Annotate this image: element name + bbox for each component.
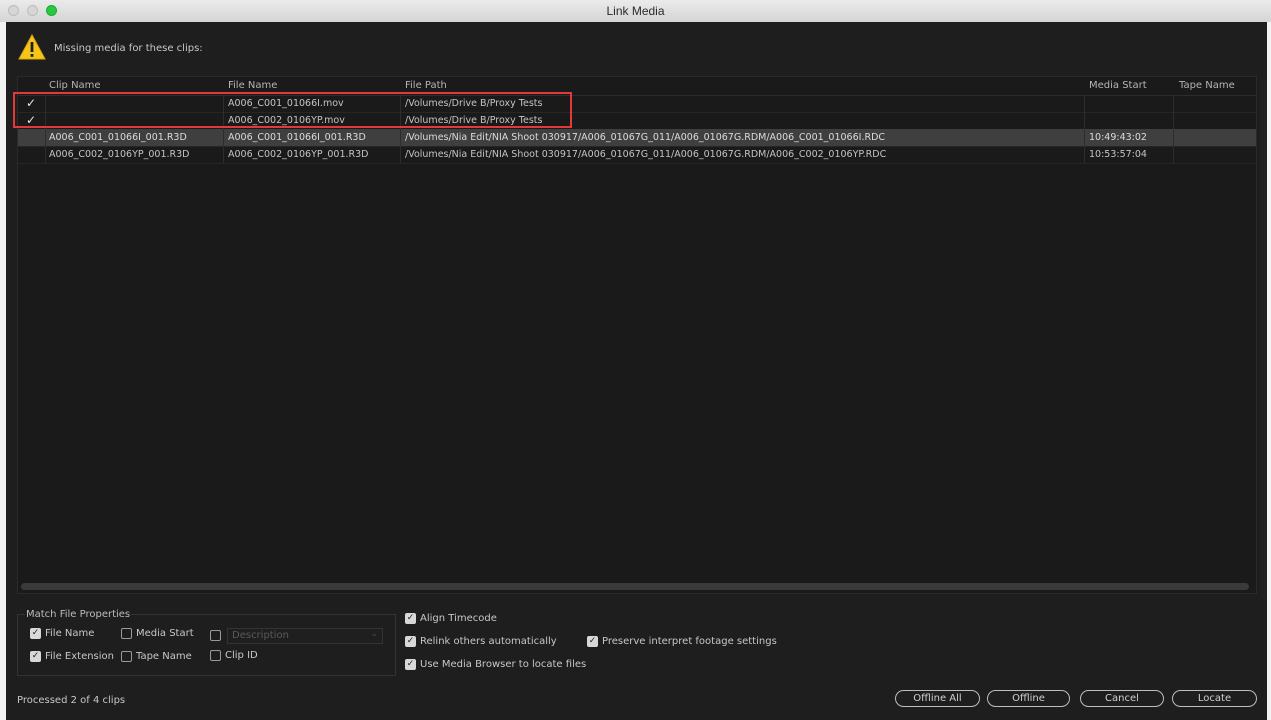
file-path-cell: /Volumes/Nia Edit/NIA Shoot 030917/A006_… bbox=[405, 149, 887, 160]
column-divider bbox=[1173, 95, 1174, 163]
match-file-properties-group bbox=[17, 614, 396, 676]
clip-id-checkbox[interactable]: Clip ID bbox=[210, 650, 258, 661]
align-timecode-label: Align Timecode bbox=[420, 613, 497, 624]
background-window-edge-right bbox=[1267, 22, 1271, 720]
preserve-interpret-footage-label: Preserve interpret footage settings bbox=[602, 636, 777, 647]
cancel-button[interactable]: Cancel bbox=[1080, 690, 1164, 707]
file-name-checkbox-label: File Name bbox=[45, 628, 95, 639]
status-text: Processed 2 of 4 clips bbox=[17, 695, 126, 706]
media-start-checkbox-label: Media Start bbox=[136, 628, 194, 639]
checkbox-checked-icon[interactable] bbox=[30, 628, 41, 639]
column-header-clip-name[interactable]: Clip Name bbox=[49, 80, 101, 91]
preserve-interpret-footage-checkbox[interactable]: Preserve interpret footage settings bbox=[587, 636, 777, 647]
media-start-checkbox[interactable]: Media Start bbox=[121, 628, 194, 639]
checkbox-unchecked-icon[interactable] bbox=[121, 628, 132, 639]
file-extension-checkbox[interactable]: File Extension bbox=[30, 651, 114, 662]
warning-icon bbox=[18, 34, 46, 60]
offline-button[interactable]: Offline bbox=[987, 690, 1070, 707]
tape-name-checkbox[interactable]: Tape Name bbox=[121, 651, 192, 662]
missing-media-message: Missing media for these clips: bbox=[54, 43, 203, 54]
file-name-cell: A006_C002_0106YP_001.R3D bbox=[228, 149, 369, 160]
file-extension-checkbox-label: File Extension bbox=[45, 651, 115, 662]
column-header-tape-name[interactable]: Tape Name bbox=[1179, 80, 1235, 91]
checkbox-checked-icon[interactable] bbox=[587, 636, 598, 647]
offline-all-button[interactable]: Offline All bbox=[895, 690, 980, 707]
locate-button[interactable]: Locate bbox=[1172, 690, 1257, 707]
checkbox-unchecked-icon[interactable] bbox=[121, 651, 132, 662]
align-timecode-checkbox[interactable]: Align Timecode bbox=[405, 613, 497, 624]
highlight-annotation-box bbox=[13, 92, 572, 128]
checkbox-checked-icon[interactable] bbox=[405, 636, 416, 647]
media-start-cell: 10:53:57:04 bbox=[1089, 149, 1147, 160]
chevron-down-icon: ⌄ bbox=[370, 629, 378, 639]
description-dropdown-label: Description bbox=[232, 630, 289, 641]
window-title: Link Media bbox=[606, 4, 665, 18]
clips-table[interactable]: Clip Name File Name File Path Media Star… bbox=[17, 76, 1257, 594]
relink-automatically-checkbox[interactable]: Relink others automatically bbox=[405, 636, 557, 647]
description-dropdown[interactable]: Description ⌄ bbox=[227, 628, 383, 644]
use-media-browser-label: Use Media Browser to locate files bbox=[420, 659, 587, 670]
relink-automatically-label: Relink others automatically bbox=[420, 636, 557, 647]
column-divider bbox=[1084, 95, 1085, 163]
horizontal-scrollbar[interactable] bbox=[21, 583, 1249, 590]
file-path-cell: /Volumes/Nia Edit/NIA Shoot 030917/A006_… bbox=[405, 132, 886, 143]
checkbox-unchecked-icon[interactable] bbox=[210, 650, 221, 661]
file-name-cell: A006_C001_01066I_001.R3D bbox=[228, 132, 366, 143]
checkbox-checked-icon[interactable] bbox=[405, 659, 416, 670]
column-header-file-path[interactable]: File Path bbox=[405, 80, 447, 91]
clip-name-cell: A006_C001_01066I_001.R3D bbox=[49, 132, 187, 143]
use-media-browser-checkbox[interactable]: Use Media Browser to locate files bbox=[405, 659, 586, 670]
clip-id-checkbox-label: Clip ID bbox=[225, 650, 258, 661]
checkbox-checked-icon[interactable] bbox=[30, 651, 41, 662]
table-row-selected[interactable]: A006_C001_01066I_001.R3D A006_C001_01066… bbox=[18, 129, 1256, 147]
tape-name-checkbox-label: Tape Name bbox=[136, 651, 192, 662]
clip-name-cell: A006_C002_0106YP_001.R3D bbox=[49, 149, 190, 160]
description-checkbox[interactable] bbox=[210, 630, 221, 641]
checkbox-checked-icon[interactable] bbox=[405, 613, 416, 624]
title-bar: Link Media bbox=[0, 0, 1271, 23]
match-file-properties-title: Match File Properties bbox=[25, 609, 132, 620]
column-header-media-start[interactable]: Media Start bbox=[1089, 80, 1147, 91]
column-header-file-name[interactable]: File Name bbox=[228, 80, 277, 91]
media-start-cell: 10:49:43:02 bbox=[1089, 132, 1147, 143]
file-name-checkbox[interactable]: File Name bbox=[30, 628, 94, 639]
table-row[interactable]: A006_C002_0106YP_001.R3D A006_C002_0106Y… bbox=[18, 146, 1256, 164]
